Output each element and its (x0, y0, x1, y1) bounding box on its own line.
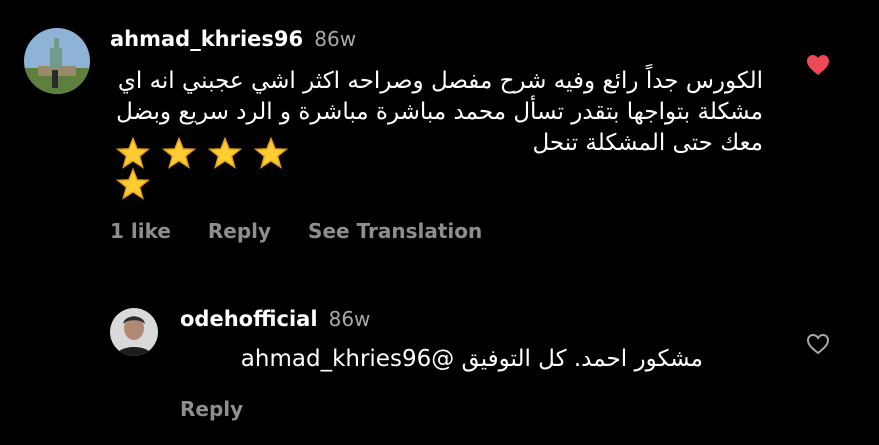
heart-filled-icon[interactable] (806, 54, 830, 80)
star-icon (116, 137, 150, 169)
heart-outline-icon[interactable] (806, 333, 830, 359)
comment-timestamp: 86w (314, 27, 357, 51)
reply-header: odehofficial 86w (180, 307, 370, 331)
reply-actions: Reply (180, 397, 243, 421)
star-emojis: ⭐⭐⭐⭐⭐ (110, 168, 156, 201)
comment-header: ahmad_khries96 86w (110, 27, 356, 51)
star-icon (254, 137, 288, 169)
star-icon (116, 168, 150, 200)
star-icon (208, 137, 242, 169)
likes-count[interactable]: 1 like (110, 219, 171, 243)
avatar[interactable] (24, 28, 90, 94)
reply-username[interactable]: odehofficial (180, 307, 318, 331)
see-translation-button[interactable]: See Translation (308, 219, 482, 243)
star-icon (162, 137, 196, 169)
comment-username[interactable]: ahmad_khries96 (110, 27, 303, 51)
reply-timestamp: 86w (328, 307, 371, 331)
avatar-image (24, 28, 90, 94)
stars-row (110, 137, 294, 170)
reply-reply-button[interactable]: Reply (180, 397, 243, 421)
reply-button[interactable]: Reply (208, 219, 271, 243)
comment-actions: 1 like Reply See Translation (110, 219, 512, 243)
reply-text: مشكور احمد. كل التوفيق @ahmad_khries96 (240, 346, 703, 372)
